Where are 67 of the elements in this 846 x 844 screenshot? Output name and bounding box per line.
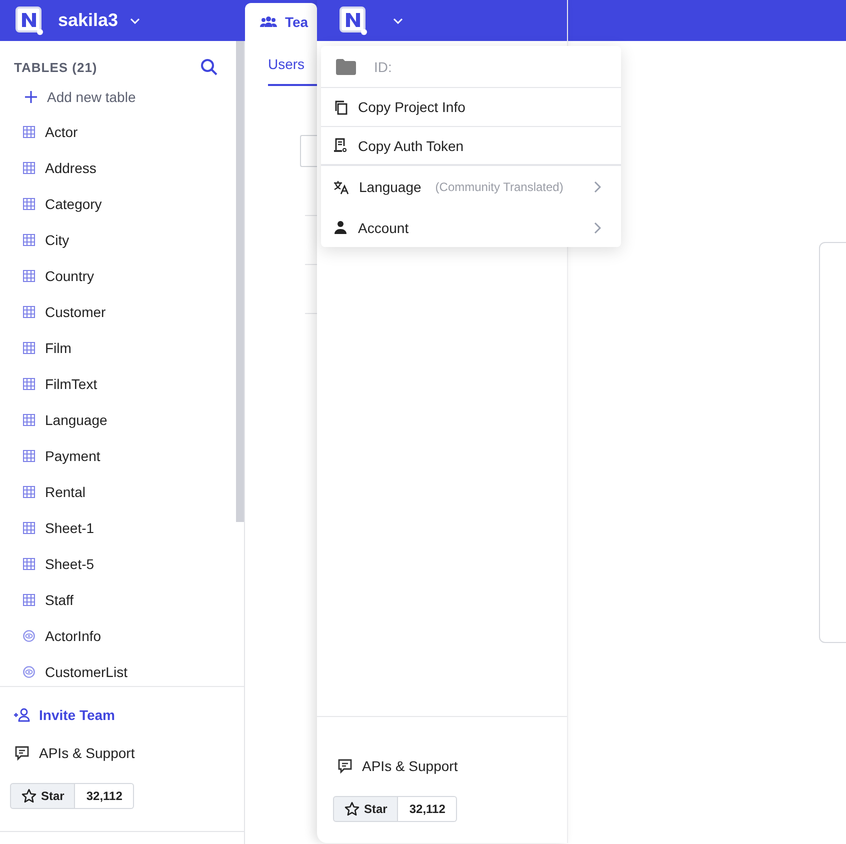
table-item[interactable]: CustomerList (0, 654, 236, 690)
grid-icon (23, 162, 35, 174)
grid-icon (23, 126, 35, 138)
add-person-icon (14, 708, 31, 722)
copy-icon (333, 100, 348, 114)
table-item[interactable]: Rental (0, 474, 236, 510)
table-item[interactable]: Payment (0, 438, 236, 474)
grid-icon (23, 486, 35, 498)
table-item[interactable]: Film (0, 330, 236, 366)
people-icon (260, 16, 277, 28)
table-item[interactable]: Sheet-5 (0, 546, 236, 582)
table-item[interactable]: Language (0, 402, 236, 438)
project-id: ID: (374, 58, 392, 74)
table-item[interactable]: FilmText (0, 366, 236, 402)
person-icon (333, 220, 348, 235)
support-link[interactable]: APIs & Support (337, 758, 567, 774)
menu-item[interactable]: Account (321, 208, 621, 247)
logo-icon[interactable] (15, 6, 44, 35)
grid-icon (23, 414, 35, 426)
table-item[interactable]: Staff (0, 582, 236, 618)
folder-icon (335, 58, 357, 76)
menu-note: (Community Translated) (435, 180, 564, 194)
grid-icon (23, 522, 35, 534)
menu-item[interactable]: Language (Community Translated) (321, 166, 621, 208)
logo-icon[interactable] (339, 6, 368, 35)
grid-icon (23, 270, 35, 282)
star-button[interactable]: Star (333, 796, 398, 822)
receipt-icon (333, 138, 348, 153)
scrollbar[interactable] (236, 41, 244, 522)
invite-team-button[interactable]: Invite Team (14, 707, 244, 723)
grid-icon (23, 342, 35, 354)
grid-icon (23, 198, 35, 210)
eye-icon (23, 666, 35, 678)
grid-icon (23, 378, 35, 390)
chat-icon (337, 758, 353, 774)
support-link[interactable]: APIs & Support (14, 745, 244, 761)
star-button[interactable]: Star (10, 783, 76, 809)
grid-icon (23, 234, 35, 246)
project-name[interactable]: sakila3 (58, 10, 118, 31)
table-item[interactable]: Category (0, 186, 236, 222)
table-item[interactable]: City (0, 222, 236, 258)
caret-icon[interactable] (130, 18, 140, 24)
tables-heading: TABLES (21) (14, 60, 98, 74)
chat-icon (14, 745, 30, 761)
add-table-button[interactable]: Add new table (0, 80, 136, 114)
table-item[interactable]: ActorInfo (0, 618, 236, 654)
translate-icon (333, 180, 349, 194)
search-icon[interactable] (200, 58, 218, 76)
star-count[interactable]: 32,112 (75, 783, 134, 809)
grid-icon (23, 558, 35, 570)
table-item[interactable]: Sheet-1 (0, 510, 236, 546)
star-icon (344, 801, 360, 817)
plus-icon (25, 91, 37, 103)
table-item[interactable]: Customer (0, 294, 236, 330)
grid-icon (23, 594, 35, 606)
caret-icon[interactable] (393, 18, 403, 24)
table-item[interactable]: Address (0, 150, 236, 186)
menu-item[interactable]: Copy Auth Token (321, 127, 621, 166)
star-count[interactable]: 32,112 (398, 796, 458, 822)
eye-icon (23, 630, 35, 642)
grid-icon (23, 450, 35, 462)
table-item[interactable]: Actor (0, 114, 236, 150)
table-item[interactable]: Country (0, 258, 236, 294)
menu-item[interactable]: Copy Project Info (321, 88, 621, 127)
star-icon (21, 788, 37, 804)
team-tab[interactable]: Tea (245, 3, 317, 41)
grid-icon (23, 306, 35, 318)
